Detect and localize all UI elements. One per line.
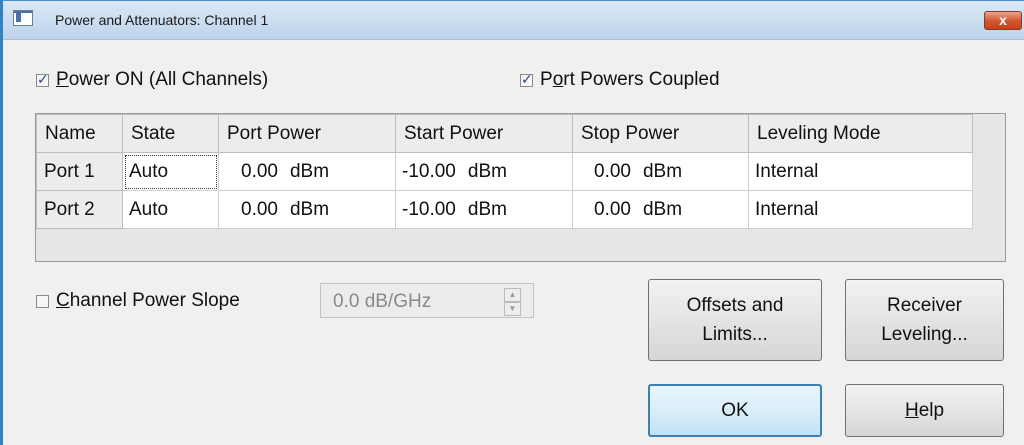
port-power-unit: dBm: [289, 160, 330, 182]
port-power-grid: Name State Port Power Start Power Stop P…: [35, 113, 1006, 262]
table-row: Port 1 Auto 0.00 dBm -10.00 dBm 0.00 dBm In…: [36, 152, 973, 191]
help-button[interactable]: Help: [845, 384, 1004, 437]
table-row: Port 2 Auto 0.00 dBm -10.00 dBm 0.00 dBm In…: [36, 190, 973, 229]
channel-power-slope-checkbox[interactable]: Channel Power Slope: [36, 290, 240, 312]
column-header-state: State: [122, 114, 219, 153]
port-power-cell-port-1[interactable]: 0.00 dBm: [218, 152, 396, 191]
port-power-unit: dBm: [289, 198, 330, 220]
row-name-port-2: Port 2: [36, 190, 123, 229]
ok-button[interactable]: OK: [648, 384, 822, 437]
start-power-cell-port-1[interactable]: -10.00 dBm: [395, 152, 573, 191]
stop-power-unit: dBm: [642, 160, 683, 182]
start-power-value: -10.00: [402, 198, 456, 220]
spin-down-icon[interactable]: ▼: [504, 302, 521, 316]
offsets-button-line2: Limits...: [702, 324, 768, 345]
receiver-leveling-button[interactable]: Receiver Leveling...: [845, 279, 1004, 361]
power-slope-value: 0.0 dB/GHz: [333, 291, 432, 312]
power-on-label: Power ON (All Channels): [56, 69, 269, 90]
start-power-value: -10.00: [402, 160, 456, 182]
stop-power-cell-port-2[interactable]: 0.00 dBm: [572, 190, 749, 229]
grid-header-row: Name State Port Power Start Power Stop P…: [36, 114, 973, 153]
stop-power-value: 0.00: [594, 198, 631, 220]
close-button[interactable]: x: [984, 11, 1022, 30]
window-icon: [13, 10, 33, 26]
port-powers-coupled-check-icon: [520, 71, 533, 88]
column-header-start-power: Start Power: [395, 114, 573, 153]
receiver-button-line1: Receiver: [887, 295, 962, 316]
port-power-value: 0.00: [241, 198, 278, 220]
column-header-name: Name: [36, 114, 123, 153]
channel-power-slope-label: Channel Power Slope: [56, 290, 240, 311]
state-cell-port-1[interactable]: Auto: [122, 152, 219, 191]
stop-power-cell-port-1[interactable]: 0.00 dBm: [572, 152, 749, 191]
port-powers-coupled-label: Port Powers Coupled: [540, 69, 720, 90]
port-power-value: 0.00: [241, 160, 278, 182]
start-power-unit: dBm: [467, 198, 507, 220]
receiver-button-line2: Leveling...: [881, 324, 968, 345]
channel-power-slope-check-icon: [36, 294, 49, 308]
title-bar: Power and Attenuators: Channel 1 x: [3, 1, 1024, 40]
window-title: Power and Attenuators: Channel 1: [55, 12, 269, 28]
stop-power-unit: dBm: [642, 198, 683, 220]
column-header-leveling-mode: Leveling Mode: [748, 114, 973, 153]
offsets-button-line1: Offsets and: [686, 295, 784, 316]
stop-power-value: 0.00: [594, 160, 631, 182]
power-on-check-icon: [36, 71, 49, 88]
power-slope-input[interactable]: 0.0 dB/GHz ▲ ▼: [320, 283, 534, 318]
state-cell-port-2[interactable]: Auto: [122, 190, 219, 229]
port-power-cell-port-2[interactable]: 0.00 dBm: [218, 190, 396, 229]
port-powers-coupled-checkbox[interactable]: Port Powers Coupled: [520, 69, 720, 91]
spin-up-icon[interactable]: ▲: [504, 288, 521, 302]
offsets-and-limits-button[interactable]: Offsets and Limits...: [648, 279, 822, 361]
power-attenuators-dialog: Power and Attenuators: Channel 1 x Power…: [0, 0, 1024, 445]
row-name-port-1: Port 1: [36, 152, 123, 191]
column-header-stop-power: Stop Power: [572, 114, 749, 153]
start-power-cell-port-2[interactable]: -10.00 dBm: [395, 190, 573, 229]
power-on-checkbox[interactable]: Power ON (All Channels): [36, 69, 268, 91]
column-header-port-power: Port Power: [218, 114, 396, 153]
leveling-mode-cell-port-1[interactable]: Internal: [748, 152, 973, 191]
leveling-mode-cell-port-2[interactable]: Internal: [748, 190, 973, 229]
start-power-unit: dBm: [467, 160, 507, 182]
close-icon: x: [999, 12, 1007, 28]
